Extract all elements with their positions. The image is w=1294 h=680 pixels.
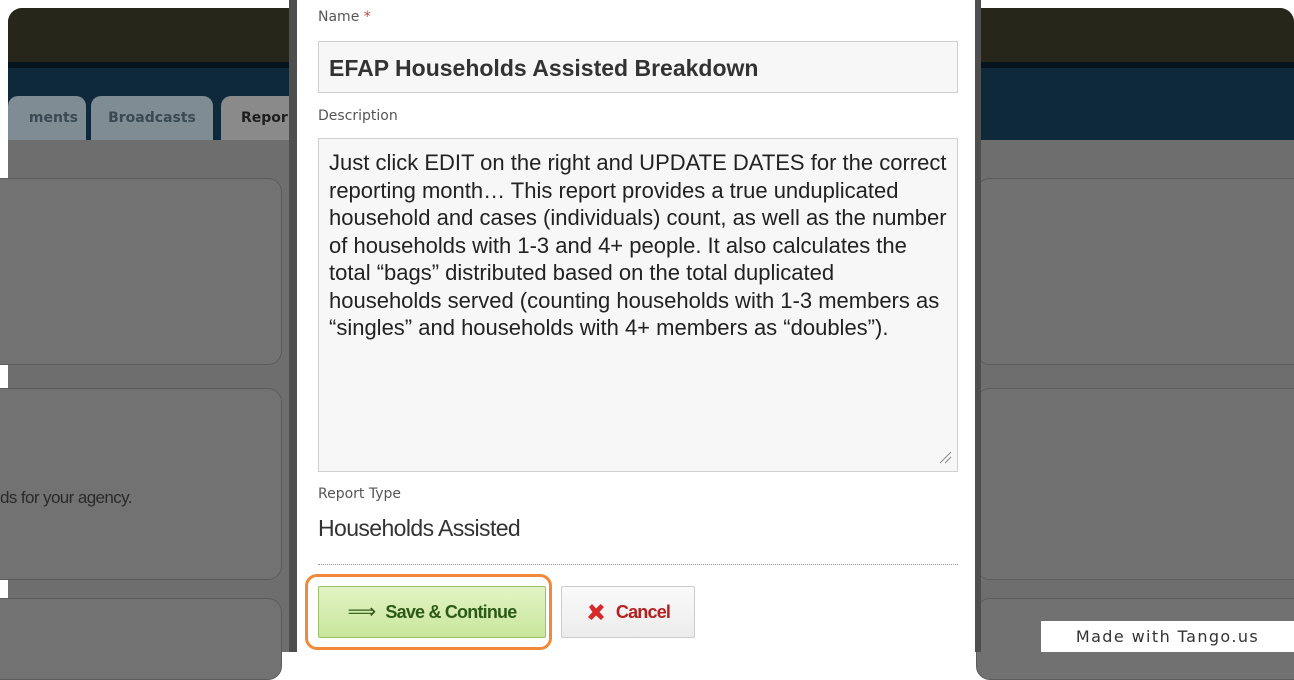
dashboard-panel (0, 388, 282, 580)
resize-grip-icon[interactable] (938, 450, 952, 464)
name-label-text: Name (318, 9, 360, 25)
report-type-value: Households Assisted (318, 515, 521, 541)
description-label: Description (318, 108, 398, 124)
red-x-icon (587, 604, 604, 620)
save-continue-button[interactable]: ⟹ Save & Continue (318, 586, 546, 638)
required-marker: * (363, 9, 371, 25)
cancel-button-label: Cancel (615, 602, 671, 622)
cancel-button[interactable]: Cancel (561, 586, 695, 638)
dashboard-panel (0, 178, 282, 365)
name-input[interactable]: EFAP Households Assisted Breakdown (318, 41, 958, 93)
agency-text: ds for your agency. (0, 488, 133, 507)
dashboard-panel (976, 178, 1294, 365)
report-type-label: Report Type (318, 486, 402, 502)
name-label: Name * (318, 9, 371, 25)
dashboard-panel (976, 388, 1294, 580)
tango-watermark: Made with Tango.us (1041, 621, 1294, 652)
dashboard-panel (0, 598, 282, 680)
save-button-label: Save & Continue (385, 602, 517, 622)
description-textarea[interactable]: Just click EDIT on the right and UPDATE … (318, 138, 958, 472)
divider (318, 564, 958, 565)
arrow-right-icon: ⟹ (347, 601, 377, 623)
tab-documents[interactable]: ments (8, 96, 86, 140)
tab-broadcasts[interactable]: Broadcasts (91, 96, 213, 140)
